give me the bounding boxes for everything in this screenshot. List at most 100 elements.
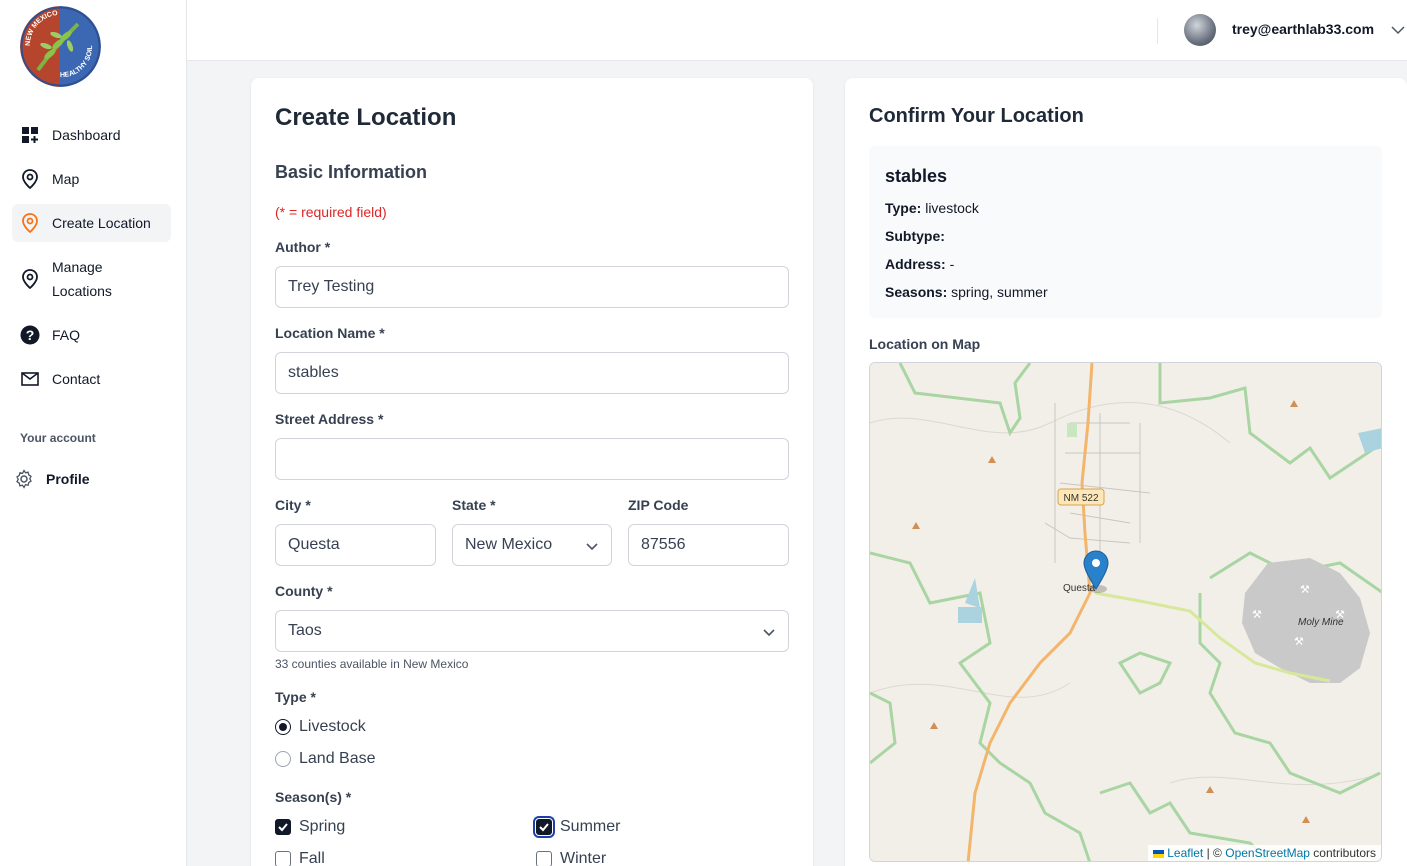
sidebar-item-create-location[interactable]: Create Location <box>12 204 171 242</box>
chevron-down-icon <box>585 539 599 558</box>
chevron-down-icon <box>762 625 776 644</box>
section-title: Basic Information <box>275 162 428 182</box>
sidebar-item-label: Contact <box>52 371 101 387</box>
map-pin-icon <box>20 269 40 289</box>
sidebar-item-label: Map <box>52 171 80 187</box>
check-icon <box>278 823 288 832</box>
map-pin-icon <box>20 169 40 189</box>
location-map[interactable]: ⚒ ⚒ ⚒ ⚒ NM 522 Questa Moly Mine Leaflet … <box>869 362 1382 862</box>
sidebar-item-label: FAQ <box>52 327 81 343</box>
summary-type-value: livestock <box>925 200 979 216</box>
map-attribution: Leaflet | © OpenStreetMap contributors <box>1147 845 1381 861</box>
summary-name: stables <box>885 166 948 186</box>
type-option-label: Livestock <box>299 718 366 735</box>
summary-type-label: Type: <box>885 200 922 216</box>
summary-address-value: - <box>949 256 955 272</box>
attribution-separator: | © <box>1206 846 1222 860</box>
sidebar-item-dashboard[interactable]: Dashboard <box>12 123 171 147</box>
season-summer[interactable]: Summer <box>533 816 621 838</box>
chevron-down-icon[interactable] <box>1390 22 1406 43</box>
county-value: Taos <box>288 622 322 639</box>
avatar[interactable] <box>1184 14 1216 46</box>
checkbox-unchecked[interactable] <box>536 851 552 866</box>
attribution-suffix: contributors <box>1313 846 1376 860</box>
summary-subtype: Subtype: <box>885 228 945 244</box>
sidebar-item-map[interactable]: Map <box>12 167 171 191</box>
road-label: NM 522 <box>1063 493 1098 504</box>
sidebar-item-profile[interactable]: Profile <box>12 467 171 491</box>
city-label: City * <box>275 497 311 513</box>
svg-text:⚒: ⚒ <box>1294 635 1304 648</box>
required-note: (* = required field) <box>275 204 387 220</box>
season-label: Spring <box>299 818 346 835</box>
checkbox-checked[interactable] <box>533 816 555 838</box>
author-label: Author * <box>275 239 331 255</box>
street-address-input[interactable] <box>275 438 789 480</box>
check-icon <box>539 823 549 832</box>
checkbox-checked[interactable] <box>275 819 291 835</box>
header-divider <box>1157 18 1158 44</box>
location-name-label: Location Name * <box>275 325 385 341</box>
create-location-form: Create Location Basic Information (* = r… <box>251 78 813 866</box>
dashboard-icon <box>20 125 40 145</box>
state-label: State * <box>452 497 496 513</box>
county-select[interactable]: Taos <box>275 610 789 652</box>
page-title: Create Location <box>275 104 457 131</box>
season-fall[interactable]: Fall <box>275 850 325 866</box>
gear-icon <box>14 469 34 489</box>
sidebar: NEW MEXICO HEALTHY SOIL Dashboard Map Cr… <box>0 0 187 866</box>
county-label: County * <box>275 583 333 599</box>
svg-text:⚒: ⚒ <box>1252 608 1262 621</box>
location-summary: stables Type: livestock Subtype: Address… <box>869 146 1382 318</box>
seasons-label: Season(s) * <box>275 789 352 805</box>
radio-selected[interactable] <box>275 719 291 735</box>
openstreetmap-link[interactable]: OpenStreetMap <box>1225 846 1310 860</box>
envelope-icon <box>20 369 40 389</box>
summary-seasons: Seasons: spring, summer <box>885 284 1048 300</box>
location-name-input[interactable]: stables <box>275 352 789 394</box>
sidebar-item-label: Manage Locations <box>52 259 112 299</box>
checkbox-unchecked[interactable] <box>275 851 291 866</box>
summary-seasons-value: spring, summer <box>951 284 1048 300</box>
user-email[interactable]: trey@earthlab33.com <box>1232 21 1374 37</box>
sidebar-item-label: Profile <box>46 471 90 487</box>
map-tiles[interactable]: ⚒ ⚒ ⚒ ⚒ NM 522 Questa Moly Mine <box>870 363 1382 862</box>
map-label: Location on Map <box>869 336 981 352</box>
season-winter[interactable]: Winter <box>536 850 606 866</box>
zip-label: ZIP Code <box>628 497 689 513</box>
state-value: New Mexico <box>465 536 553 553</box>
radio-unselected[interactable] <box>275 751 291 767</box>
confirm-title: Confirm Your Location <box>869 105 1084 127</box>
sidebar-item-faq[interactable]: ? FAQ <box>12 323 171 347</box>
season-label: Summer <box>560 818 621 835</box>
confirm-location-panel: Confirm Your Location stables Type: live… <box>845 78 1407 866</box>
mine-label: Moly Mine <box>1298 617 1344 628</box>
zip-input[interactable]: 87556 <box>628 524 789 566</box>
sidebar-item-contact[interactable]: Contact <box>12 367 171 391</box>
type-option-label: Land Base <box>299 750 376 767</box>
summary-type: Type: livestock <box>885 200 979 216</box>
sidebar-item-label: Dashboard <box>52 127 121 143</box>
map-pin-icon <box>20 213 40 233</box>
leaflet-link[interactable]: Leaflet <box>1167 846 1203 860</box>
street-address-label: Street Address * <box>275 411 384 427</box>
logo[interactable]: NEW MEXICO HEALTHY SOIL <box>20 6 101 87</box>
svg-text:⚒: ⚒ <box>1300 583 1310 596</box>
season-label: Winter <box>560 850 607 866</box>
summary-subtype-label: Subtype: <box>885 228 945 244</box>
sidebar-item-manage-locations[interactable]: Manage Locations <box>12 255 171 303</box>
svg-text:?: ? <box>26 327 35 343</box>
type-option-livestock[interactable]: Livestock <box>275 718 366 736</box>
ukraine-flag-icon <box>1152 849 1164 858</box>
state-select[interactable]: New Mexico <box>452 524 612 566</box>
summary-seasons-label: Seasons: <box>885 284 948 300</box>
sidebar-item-label: Create Location <box>52 215 151 231</box>
county-hint: 33 counties available in New Mexico <box>275 657 469 671</box>
city-input[interactable]: Questa <box>275 524 436 566</box>
season-spring[interactable]: Spring <box>275 818 345 836</box>
type-option-land-base[interactable]: Land Base <box>275 750 376 768</box>
account-section-label: Your account <box>20 431 96 445</box>
type-label: Type * <box>275 689 316 705</box>
author-input[interactable]: Trey Testing <box>275 266 789 308</box>
question-circle-icon: ? <box>20 325 40 345</box>
